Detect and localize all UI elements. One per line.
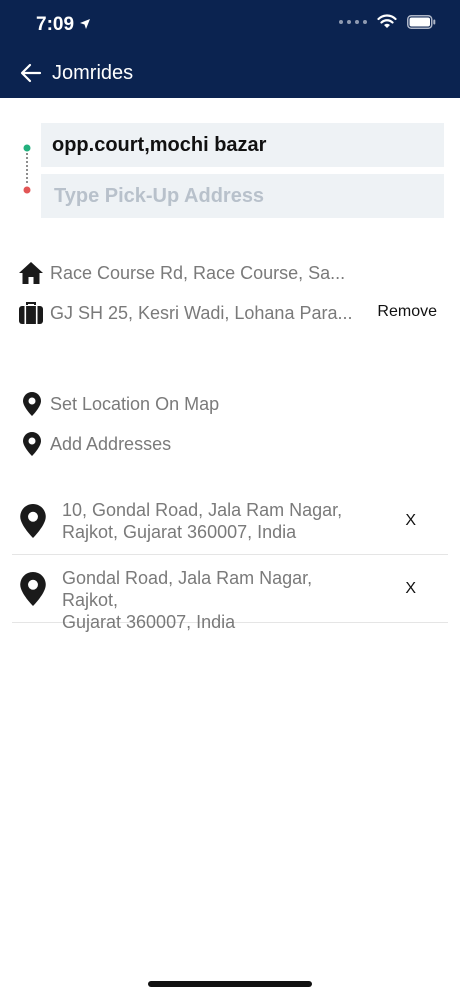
drop-address-value: opp.court,mochi bazar: [52, 133, 267, 156]
wifi-icon: [377, 14, 397, 28]
set-location-on-map-row[interactable]: Set Location On Map: [22, 390, 219, 418]
add-addresses-row[interactable]: Add Addresses: [22, 430, 171, 458]
map-pin-icon: [22, 431, 42, 457]
recent-address-line1: Gondal Road, Jala Ram Nagar, Rajkot,: [62, 568, 313, 610]
recent-address-row[interactable]: 10, Gondal Road, Jala Ram Nagar, Rajkot,…: [12, 486, 448, 555]
recent-address-text: 10, Gondal Road, Jala Ram Nagar, Rajkot,…: [62, 499, 362, 543]
status-icons: [339, 14, 436, 29]
status-time: 7:09: [36, 14, 75, 35]
nav-title: Jomrides: [52, 62, 134, 84]
location-arrow-icon: [80, 19, 90, 29]
remove-favorite-button[interactable]: Remove: [377, 303, 437, 321]
delete-recent-button[interactable]: X: [405, 580, 416, 598]
signal-dots-icon: [339, 19, 367, 24]
recent-address-line1: 10, Gondal Road, Jala Ram Nagar,: [62, 500, 343, 520]
home-indicator: [148, 981, 312, 987]
drop-address-field[interactable]: opp.court,mochi bazar: [41, 123, 444, 167]
battery-icon: [407, 14, 436, 29]
favorite-home-row[interactable]: Race Course Rd, Race Course, Sa...: [18, 259, 345, 287]
map-pin-icon: [20, 504, 46, 538]
recent-address-line2: Gujarat 360007, India: [62, 612, 236, 632]
recent-address-row[interactable]: Gondal Road, Jala Ram Nagar, Rajkot, Guj…: [12, 554, 448, 632]
navigation-bar: Jomrides: [0, 58, 460, 90]
recent-address-line2: Rajkot, Gujarat 360007, India: [62, 522, 297, 542]
favorite-work-row[interactable]: GJ SH 25, Kesri Wadi, Lohana Para...: [18, 299, 352, 327]
recent-address-text: Gondal Road, Jala Ram Nagar, Rajkot, Guj…: [62, 567, 362, 633]
delete-recent-button[interactable]: X: [405, 512, 416, 530]
favorite-work-address: GJ SH 25, Kesri Wadi, Lohana Para...: [50, 302, 353, 323]
back-arrow-icon[interactable]: [20, 62, 42, 84]
pickup-address-field[interactable]: [41, 174, 444, 218]
app-header: 7:09 Jomrides: [0, 0, 460, 98]
favorite-home-address: Race Course Rd, Race Course, Sa...: [50, 262, 346, 283]
route-connector-icon: [23, 144, 31, 194]
map-pin-icon: [20, 572, 46, 606]
map-pin-icon: [22, 391, 42, 417]
pickup-address-input[interactable]: [52, 183, 444, 209]
briefcase-icon: [18, 300, 44, 326]
add-addresses-label: Add Addresses: [50, 433, 172, 454]
set-location-on-map-label: Set Location On Map: [50, 393, 220, 414]
home-icon: [18, 260, 44, 286]
